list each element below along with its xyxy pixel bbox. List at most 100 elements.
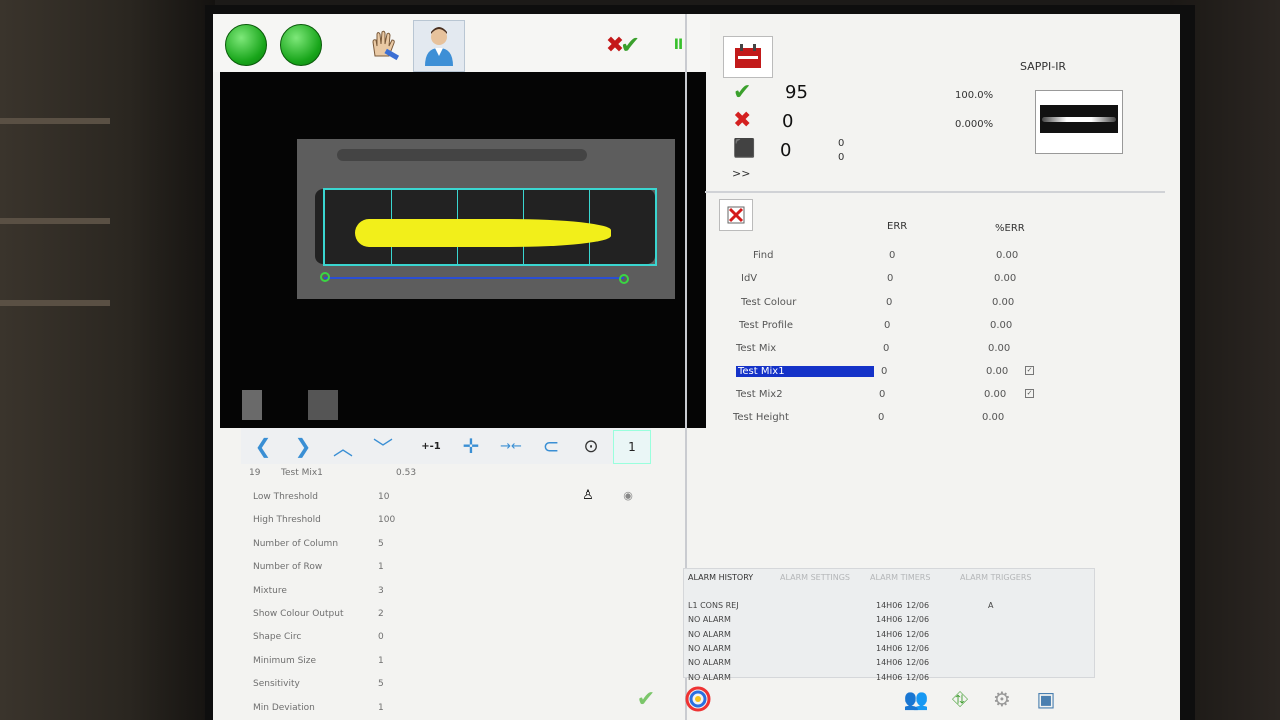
alarm-time: 14H06 [876, 629, 903, 639]
pass-count: 95 [785, 82, 808, 103]
test-name: Find [753, 250, 774, 261]
alarm-row[interactable]: NO ALARM 14H06 12/06 [686, 656, 1086, 670]
gear-icon: ⚙ [993, 687, 1011, 711]
test-name: Test Profile [739, 320, 793, 331]
camera-view [220, 72, 706, 428]
param-row[interactable]: High Threshold 100 [243, 511, 643, 531]
reject-ack-button[interactable]: ✖ ✔ [595, 20, 651, 70]
test-err: 0 [879, 389, 886, 400]
param-row[interactable]: Mixture 3 [243, 582, 643, 602]
fail-icon: ✖ [733, 108, 752, 133]
param-row[interactable]: Shape Circ 0 [243, 628, 643, 648]
box-value-a: 0 [838, 138, 845, 149]
enable-checkbox[interactable]: ✓ [1025, 389, 1034, 398]
box-icon: ⬛ [733, 138, 756, 159]
right-handle[interactable] [619, 274, 629, 284]
test-err: 0 [889, 250, 896, 261]
users-button[interactable]: 👥 [901, 684, 931, 714]
green-status-icon [280, 24, 322, 66]
parameter-panel: 19 Test Mix1 0.53 ♙ ◉ Low Threshold 10 Hig… [243, 462, 643, 720]
param-name: Test Mix1 [281, 468, 323, 478]
left-handle[interactable] [320, 272, 330, 282]
check-icon: ✔ [636, 686, 656, 712]
chevron-right-icon: ❯ [294, 434, 312, 458]
colour-button[interactable] [683, 684, 713, 714]
param-row[interactable]: Sensitivity 5 [243, 675, 643, 695]
param-value: 5 [378, 538, 384, 549]
baseline [324, 277, 624, 279]
prev-button[interactable]: ❮ [245, 430, 281, 462]
alarm-row[interactable]: NO ALARM 14H06 12/06 [686, 628, 1086, 642]
save-button[interactable]: ▣ [1031, 684, 1061, 714]
alarm-tab[interactable]: ALARM TIMERS [870, 573, 930, 582]
alarm-text: NO ALARM [688, 658, 731, 668]
test-pct: 0.00 [988, 343, 1011, 354]
pause-button[interactable]: II [653, 20, 703, 70]
fail-percent: 0.000% [955, 119, 994, 130]
clear-errors-button[interactable] [719, 199, 753, 231]
fail-count: 0 [782, 111, 794, 132]
calendar-button[interactable] [723, 36, 773, 78]
param-row[interactable]: Show Colour Output 2 [243, 605, 643, 625]
alarm-tab[interactable]: ALARM SETTINGS [780, 573, 850, 582]
alarm-row[interactable]: L1 CONS REJ 14H06 12/06 A [686, 599, 1086, 613]
alarm-time: 14H06 [876, 658, 903, 668]
param-row[interactable]: Number of Row 1 [243, 558, 643, 578]
test-row[interactable]: Test Height 0 0.00 [705, 409, 1165, 429]
up-button[interactable]: ︿ [325, 430, 361, 462]
product-thumbnail [1035, 90, 1123, 154]
enable-checkbox[interactable]: ✓ [1025, 366, 1034, 375]
alarm-row[interactable]: NO ALARM 14H06 12/06 [686, 642, 1086, 656]
toolbar: ✖ ✔ II [213, 14, 710, 72]
alarm-text: NO ALARM [688, 643, 731, 653]
param-row[interactable]: Minimum Size 1 [243, 652, 643, 672]
test-name: Test Mix [736, 343, 777, 354]
hand-tool-button[interactable] [359, 20, 409, 70]
bracket-icon: ⊂ [542, 434, 560, 458]
next-button[interactable]: ❯ [285, 430, 321, 462]
test-row[interactable]: Find 0 0.00 [705, 247, 1165, 267]
param-header: 19 Test Mix1 0.53 [243, 464, 643, 484]
settings-button[interactable]: ⚙ [987, 684, 1017, 714]
alarm-date: 12/06 [906, 658, 930, 668]
down-button[interactable]: ﹀ [365, 430, 401, 462]
shelf [0, 300, 110, 306]
test-row[interactable]: Test Mix1 0 0.00 ✓ [705, 363, 1165, 383]
alarm-date: 12/06 [906, 643, 930, 653]
test-row[interactable]: Test Mix2 0 0.00 ✓ [705, 386, 1165, 406]
param-value: 0.53 [396, 468, 417, 478]
center-button[interactable]: ⊙ [573, 430, 609, 462]
test-err: 0 [887, 273, 894, 284]
box-value-b: 0 [838, 152, 845, 163]
more-link[interactable]: >> [732, 167, 750, 180]
test-row[interactable]: IdV 0 0.00 [705, 270, 1165, 290]
param-row[interactable]: Low Threshold 10 [243, 488, 643, 508]
run-button[interactable] [276, 20, 326, 70]
bracket-button[interactable]: ⊂ [533, 430, 569, 462]
test-row[interactable]: Test Mix 0 0.00 [705, 340, 1165, 360]
alarm-tab[interactable]: ALARM HISTORY [688, 573, 753, 582]
test-name: Test Mix1 [736, 366, 874, 377]
move-button[interactable]: ✛ [453, 430, 489, 462]
param-row[interactable]: Min Deviation 1 [243, 699, 643, 719]
alarm-row[interactable]: NO ALARM 14H06 12/06 [686, 613, 1086, 627]
alarm-date: 12/06 [906, 629, 930, 639]
test-err: 0 [881, 366, 888, 377]
step-button[interactable]: +-1 [413, 430, 449, 462]
page-button[interactable]: 1 [613, 430, 651, 464]
alarm-tab[interactable]: ALARM TRIGGERS [960, 573, 1031, 582]
confirm-button[interactable]: ✔ [631, 684, 661, 714]
colour-wheel-icon [685, 686, 711, 712]
test-row[interactable]: Test Profile 0 0.00 [705, 317, 1165, 337]
alarm-text: NO ALARM [688, 629, 731, 639]
start-button[interactable] [221, 20, 271, 70]
network-button[interactable]: ⛗ [945, 684, 975, 714]
shrink-button[interactable]: →← [493, 430, 529, 462]
param-label: High Threshold [253, 515, 321, 526]
param-row[interactable]: Number of Column 5 [243, 535, 643, 555]
product-name: SAPPI-IR [1020, 60, 1067, 73]
page-number: 1 [628, 440, 636, 454]
test-row[interactable]: Test Colour 0 0.00 [705, 294, 1165, 314]
operator-button[interactable] [413, 20, 465, 72]
test-name: IdV [741, 273, 758, 284]
